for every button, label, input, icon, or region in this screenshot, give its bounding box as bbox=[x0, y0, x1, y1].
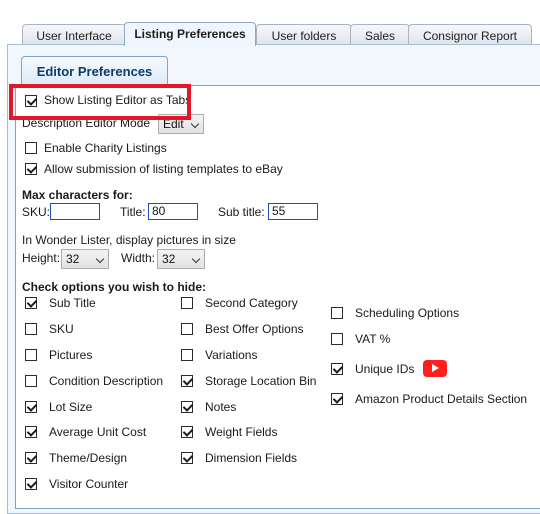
sku-label: SKU: bbox=[22, 205, 51, 219]
allow-templates-checkbox[interactable] bbox=[25, 163, 37, 175]
hide-sku-label: SKU bbox=[49, 322, 74, 336]
tab-strip: User Interface Listing Preferences User … bbox=[0, 0, 540, 46]
editor-preferences-header: Editor Preferences bbox=[21, 56, 168, 86]
hide-notes-label: Notes bbox=[205, 400, 237, 414]
hide-lot-size-label: Lot Size bbox=[49, 400, 93, 414]
youtube-icon[interactable] bbox=[423, 360, 447, 377]
hide-unique-ids-checkbox[interactable] bbox=[331, 363, 343, 375]
hide-second-category-checkbox[interactable] bbox=[181, 297, 193, 309]
tab-user-interface[interactable]: User Interface bbox=[22, 24, 126, 46]
hide-scheduling-options-label: Scheduling Options bbox=[355, 306, 460, 320]
chevron-down-icon bbox=[95, 254, 105, 264]
hide-dimension-fields-label: Dimension Fields bbox=[205, 451, 298, 465]
height-value: 32 bbox=[66, 252, 80, 266]
hide-weight-fields-label: Weight Fields bbox=[205, 425, 278, 439]
hide-condition-description-checkbox[interactable] bbox=[25, 375, 37, 387]
hide-options-heading: Check options you wish to hide: bbox=[22, 280, 207, 294]
hide-theme-design-label: Theme/Design bbox=[49, 451, 128, 465]
title-max-input[interactable]: 80 bbox=[148, 203, 198, 220]
title-label: Title: bbox=[120, 205, 146, 219]
hide-condition-description-label: Condition Description bbox=[49, 374, 164, 388]
tab-sales[interactable]: Sales bbox=[350, 24, 410, 46]
hide-best-offer-options-checkbox[interactable] bbox=[181, 323, 193, 335]
height-select[interactable]: 32 bbox=[61, 249, 109, 269]
hide-variations-checkbox[interactable] bbox=[181, 349, 193, 361]
max-characters-heading: Max characters for: bbox=[22, 188, 133, 202]
tab-consignor-report[interactable]: Consignor Report bbox=[408, 24, 532, 46]
tab-listing-preferences[interactable]: Listing Preferences bbox=[124, 22, 256, 46]
hide-lot-size-checkbox[interactable] bbox=[25, 401, 37, 413]
subtitle-max-input[interactable]: 55 bbox=[268, 203, 318, 220]
tab-user-folders[interactable]: User folders bbox=[256, 24, 352, 46]
subtitle-label: Sub title: bbox=[218, 205, 265, 219]
hide-amazon-product-details-checkbox[interactable] bbox=[331, 393, 343, 405]
picture-size-caption: In Wonder Lister, display pictures in si… bbox=[22, 233, 236, 247]
hide-pictures-label: Pictures bbox=[49, 348, 93, 362]
enable-charity-label: Enable Charity Listings bbox=[44, 141, 167, 155]
hide-storage-location-bin-checkbox[interactable] bbox=[181, 375, 193, 387]
hide-sub-title-checkbox[interactable] bbox=[25, 297, 37, 309]
hide-sku-checkbox[interactable] bbox=[25, 323, 37, 335]
hide-vat-checkbox[interactable] bbox=[331, 333, 343, 345]
hide-storage-location-bin-label: Storage Location Bin bbox=[205, 374, 317, 388]
width-select[interactable]: 32 bbox=[157, 249, 205, 269]
highlight-box bbox=[9, 84, 191, 120]
hide-vat-label: VAT % bbox=[355, 332, 391, 346]
hide-theme-design-checkbox[interactable] bbox=[25, 452, 37, 464]
enable-charity-checkbox[interactable] bbox=[25, 142, 37, 154]
allow-templates-label: Allow submission of listing templates to… bbox=[44, 162, 283, 176]
hide-variations-label: Variations bbox=[205, 348, 258, 362]
hide-visitor-counter-checkbox[interactable] bbox=[25, 478, 37, 490]
sku-max-input[interactable] bbox=[50, 203, 100, 220]
hide-sub-title-label: Sub Title bbox=[49, 296, 96, 310]
width-value: 32 bbox=[162, 252, 176, 266]
hide-unique-ids-label: Unique IDs bbox=[355, 362, 415, 376]
height-label: Height: bbox=[22, 251, 61, 265]
width-label: Width: bbox=[121, 251, 156, 265]
chevron-down-icon bbox=[190, 119, 200, 129]
hide-dimension-fields-checkbox[interactable] bbox=[181, 452, 193, 464]
hide-visitor-counter-label: Visitor Counter bbox=[49, 477, 129, 491]
hide-pictures-checkbox[interactable] bbox=[25, 349, 37, 361]
hide-best-offer-options-label: Best Offer Options bbox=[205, 322, 304, 336]
hide-weight-fields-checkbox[interactable] bbox=[181, 426, 193, 438]
hide-scheduling-options-checkbox[interactable] bbox=[331, 307, 343, 319]
hide-average-unit-cost-checkbox[interactable] bbox=[25, 426, 37, 438]
hide-average-unit-cost-label: Average Unit Cost bbox=[49, 425, 147, 439]
chevron-down-icon bbox=[191, 254, 201, 264]
hide-notes-checkbox[interactable] bbox=[181, 401, 193, 413]
hide-second-category-label: Second Category bbox=[205, 296, 298, 310]
hide-amazon-product-details-label: Amazon Product Details Section bbox=[355, 392, 528, 406]
